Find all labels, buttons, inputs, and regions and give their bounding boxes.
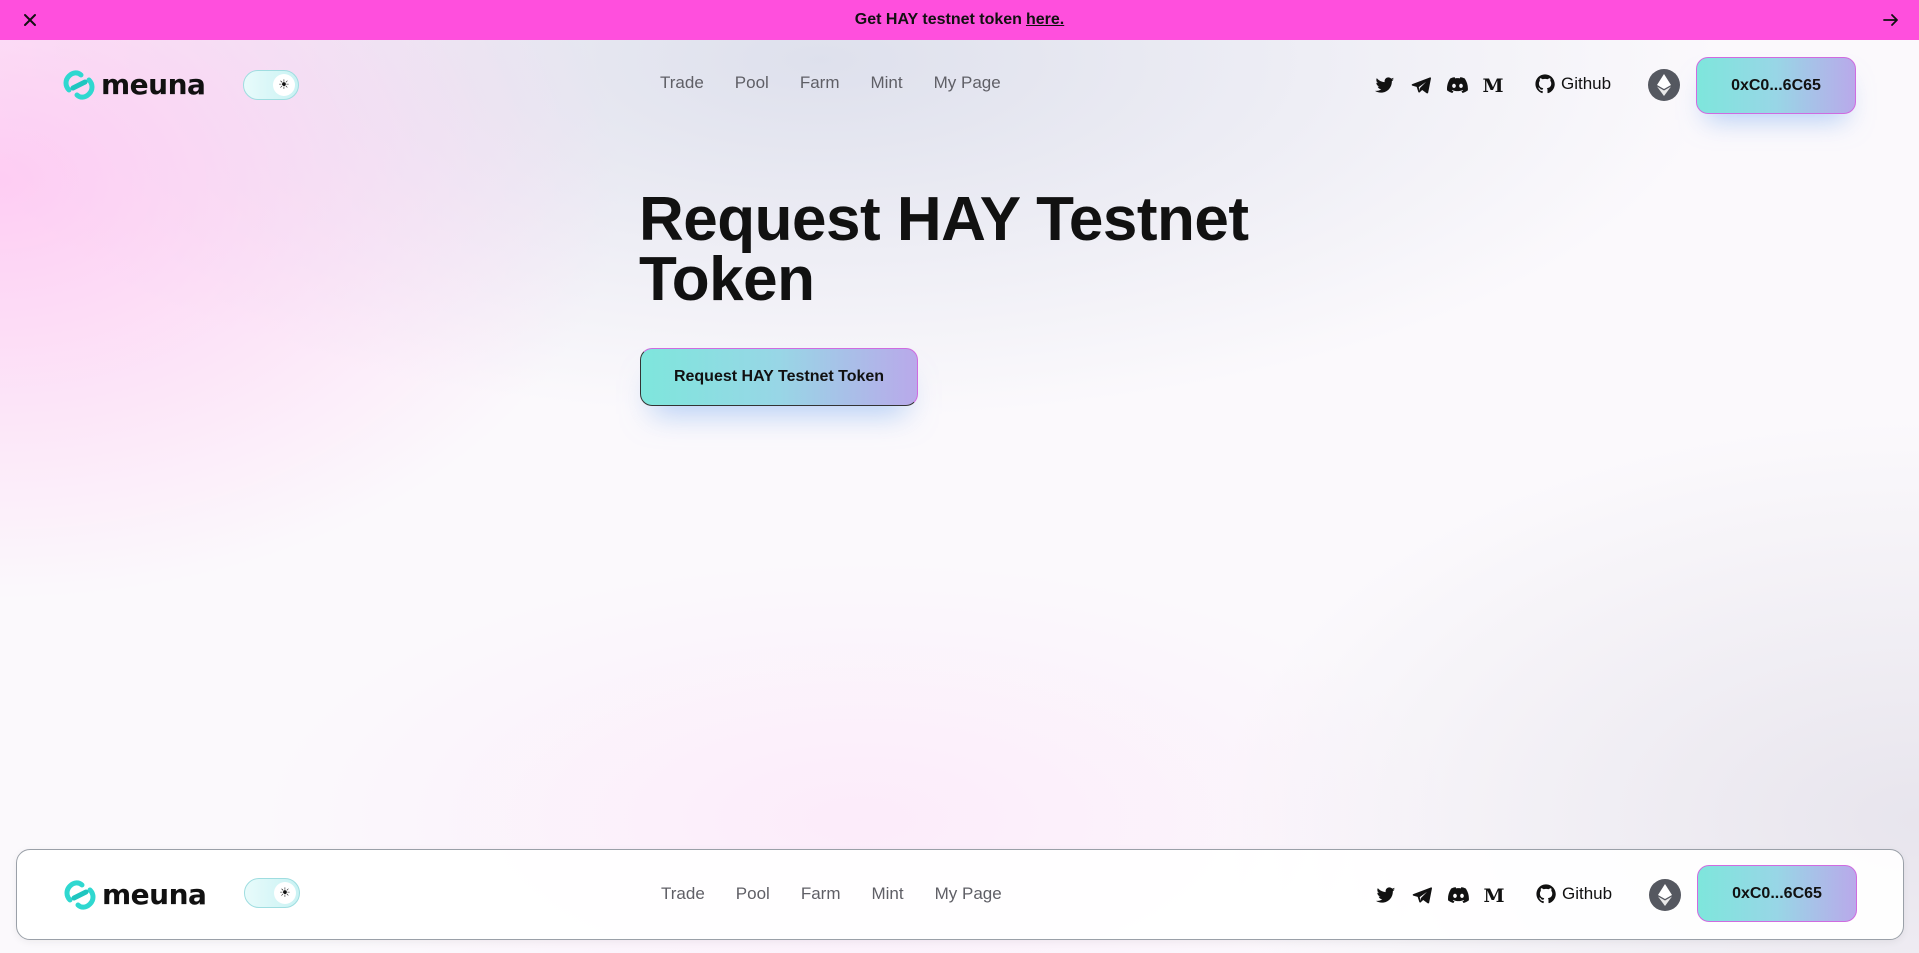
social-links: M xyxy=(1375,884,1505,906)
nav-farm[interactable]: Farm xyxy=(800,72,840,94)
twitter-icon[interactable] xyxy=(1375,884,1397,906)
github-link[interactable]: Github xyxy=(1535,74,1611,94)
logo-text: meuna xyxy=(101,68,206,101)
announcement-link[interactable]: here. xyxy=(1026,11,1064,29)
meuna-logo-icon xyxy=(64,880,96,910)
sun-icon: ☀ xyxy=(273,74,295,96)
logo[interactable]: meuna xyxy=(63,68,206,102)
nav-trade[interactable]: Trade xyxy=(661,883,705,905)
telegram-icon[interactable] xyxy=(1410,74,1432,96)
medium-icon[interactable]: M xyxy=(1483,884,1505,906)
arrow-right-icon[interactable] xyxy=(1881,10,1901,30)
svg-text:M: M xyxy=(1484,886,1504,904)
sun-icon: ☀ xyxy=(274,882,296,904)
svg-text:M: M xyxy=(1483,76,1503,94)
github-label: Github xyxy=(1562,884,1613,903)
github-label: Github xyxy=(1561,74,1612,93)
github-icon xyxy=(1536,884,1556,904)
nav-mint[interactable]: Mint xyxy=(871,883,903,905)
announcement-text: Get HAY testnet token xyxy=(854,11,1022,28)
wallet-button[interactable]: 0xC0...6C65 xyxy=(1697,865,1857,922)
page-title: Request HAY Testnet Token xyxy=(639,185,1249,314)
announcement-bar: Get HAY testnet token here. xyxy=(0,0,1919,40)
nav-pool[interactable]: Pool xyxy=(735,72,769,94)
nav-trade[interactable]: Trade xyxy=(660,72,704,94)
nav-mint[interactable]: Mint xyxy=(870,72,902,94)
github-link[interactable]: Github xyxy=(1536,884,1612,904)
nav-my-page[interactable]: My Page xyxy=(935,883,1002,905)
nav-my-page[interactable]: My Page xyxy=(934,72,1001,94)
discord-icon[interactable] xyxy=(1447,884,1469,906)
main-nav: Trade Pool Farm Mint My Page xyxy=(661,883,1002,905)
close-icon[interactable] xyxy=(20,10,40,30)
github-icon xyxy=(1535,74,1555,94)
wallet-button[interactable]: 0xC0...6C65 xyxy=(1696,57,1856,114)
meuna-logo-icon xyxy=(63,70,95,100)
top-navbar: meuna ☀ Trade Pool Farm Mint My Page M G… xyxy=(0,48,1919,122)
medium-icon[interactable]: M xyxy=(1482,74,1504,96)
ethereum-icon[interactable] xyxy=(1649,879,1681,911)
discord-icon[interactable] xyxy=(1446,74,1468,96)
logo[interactable]: meuna xyxy=(64,878,207,912)
theme-toggle[interactable]: ☀ xyxy=(243,70,299,100)
ethereum-icon[interactable] xyxy=(1648,69,1680,101)
theme-toggle[interactable]: ☀ xyxy=(244,878,300,908)
logo-text: meuna xyxy=(102,878,207,911)
nav-farm[interactable]: Farm xyxy=(801,883,841,905)
telegram-icon[interactable] xyxy=(1411,884,1433,906)
social-links: M xyxy=(1374,74,1504,96)
request-token-button[interactable]: Request HAY Testnet Token xyxy=(640,348,918,406)
twitter-icon[interactable] xyxy=(1374,74,1396,96)
main-nav: Trade Pool Farm Mint My Page xyxy=(660,72,1001,94)
bottom-navbar: meuna ☀ Trade Pool Farm Mint My Page M G… xyxy=(16,849,1904,940)
nav-pool[interactable]: Pool xyxy=(736,883,770,905)
